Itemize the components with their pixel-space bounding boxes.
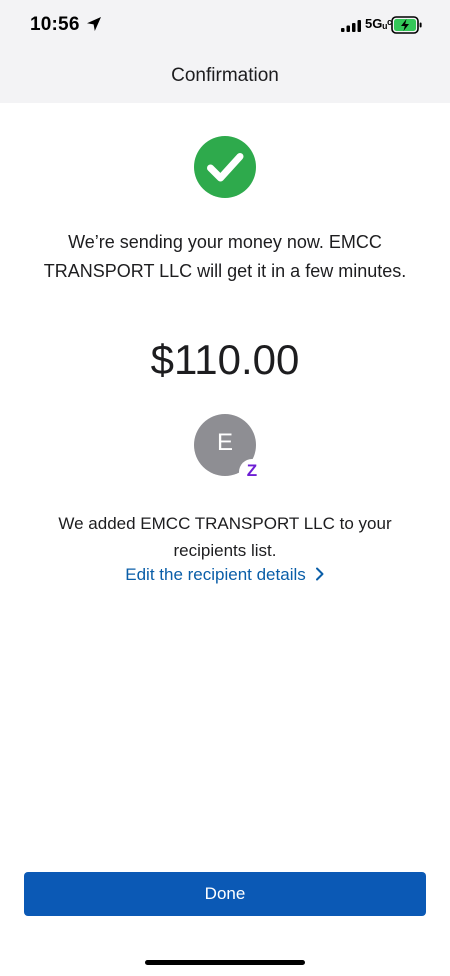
location-arrow-icon <box>87 17 101 31</box>
battery-charging-icon <box>391 16 422 34</box>
done-button-label: Done <box>204 884 246 903</box>
avatar-initial: E <box>216 429 233 456</box>
recipient-added-note: We added EMCC TRANSPORT LLC to your reci… <box>58 514 392 560</box>
edit-recipient-label: Edit the recipient details <box>125 565 306 584</box>
transfer-amount: $110.00 <box>150 336 300 383</box>
status-time: 10:56 <box>30 14 80 35</box>
chevron-right-icon <box>315 567 324 581</box>
zelle-badge-glyph: Z <box>246 461 258 480</box>
checkmark-circle-icon <box>194 136 256 198</box>
edit-recipient-link[interactable]: Edit the recipient details <box>0 565 450 585</box>
nav-bar: Confirmation <box>0 50 450 103</box>
confirmation-message: We’re sending your money now. EMCC TRANS… <box>43 232 407 281</box>
cellular-signal-icon <box>341 20 361 32</box>
home-indicator[interactable] <box>145 960 305 965</box>
done-button[interactable]: Done <box>24 872 426 916</box>
zelle-logo-icon: Z <box>239 459 265 485</box>
status-bar: 10:56 5Gᵤᶜ <box>0 0 450 50</box>
page-title: Confirmation <box>171 65 279 86</box>
network-type: 5Gᵤᶜ <box>365 16 393 31</box>
